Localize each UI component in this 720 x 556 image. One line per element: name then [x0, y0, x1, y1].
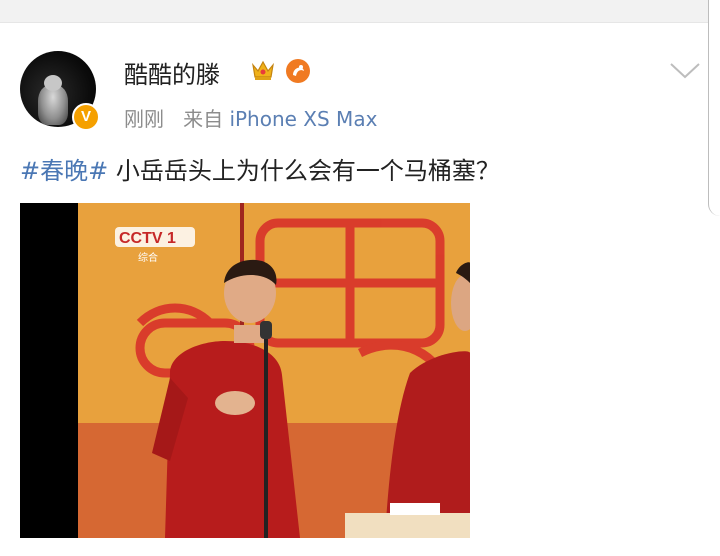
post-body: 小岳岳头上为什么会有一个马桶塞？: [108, 157, 500, 185]
post-image[interactable]: CCTV 1 综合: [20, 203, 470, 538]
post-time: 刚刚: [124, 107, 164, 131]
side-panel-edge: [708, 0, 720, 216]
username[interactable]: 酷酷的滕: [124, 55, 220, 90]
post-source[interactable]: iPhone XS Max: [229, 107, 377, 131]
medal-icon: [286, 59, 310, 83]
channel-sub-text: 综合: [138, 251, 158, 264]
post-from-label: 来自: [183, 107, 224, 131]
post-meta: 刚刚 来自 iPhone XS Max: [124, 103, 377, 132]
channel-logo-text: CCTV 1: [119, 230, 176, 247]
verified-badge-icon: V: [72, 103, 100, 131]
hashtag-link[interactable]: #春晚#: [20, 157, 108, 185]
chevron-down-icon[interactable]: [668, 59, 702, 81]
status-bar: [0, 0, 720, 23]
post-text: #春晚# 小岳岳头上为什么会有一个马桶塞？: [20, 151, 500, 186]
avatar-figure: [38, 75, 68, 125]
crown-icon: [252, 60, 274, 80]
stage-scene: CCTV 1 综合: [20, 203, 470, 538]
weibo-post-card[interactable]: V 酷酷的滕 刚刚 来自 iPhone XS Max #春晚# 小岳岳头上为什么…: [0, 23, 720, 556]
